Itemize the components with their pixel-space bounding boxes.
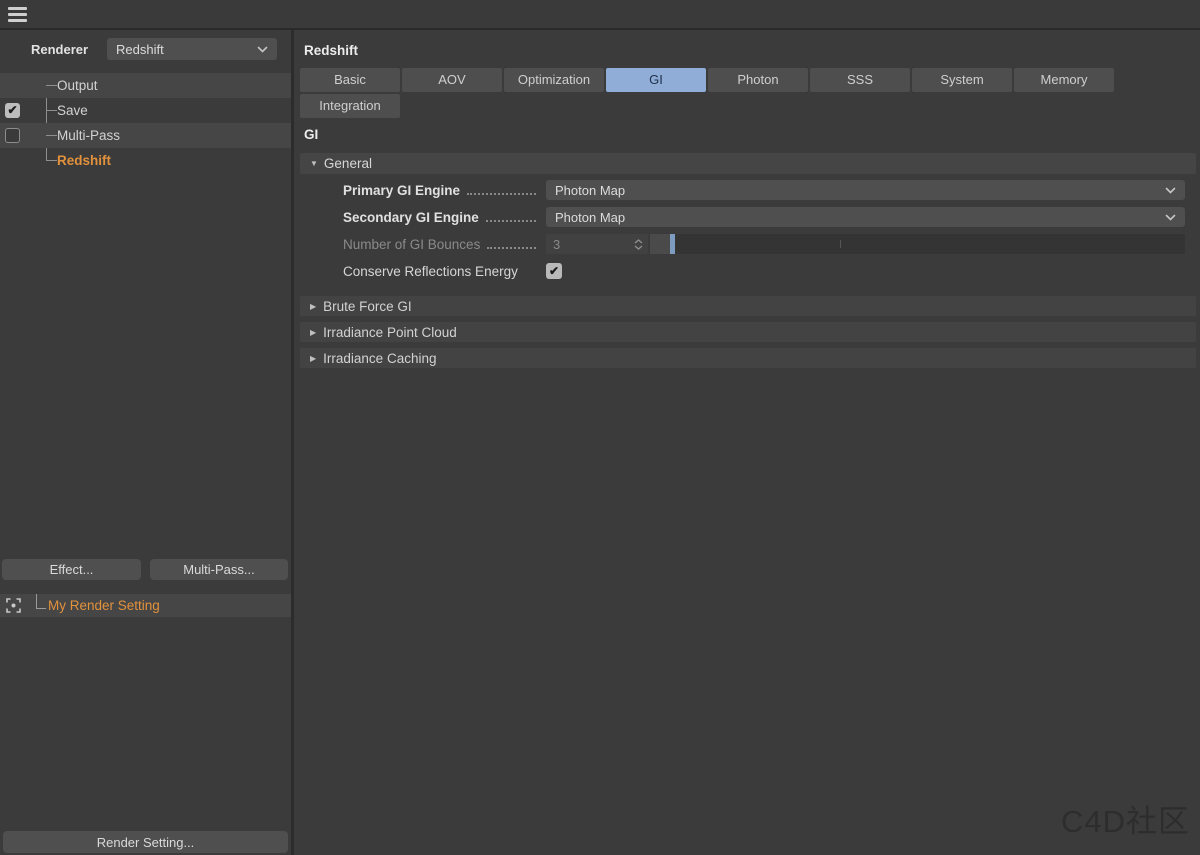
- tab-aov[interactable]: AOV: [402, 68, 502, 92]
- general-group-properties: Primary GI Engine Photon Map Secondary G…: [300, 180, 1196, 288]
- dot-leader: [486, 219, 536, 222]
- tree-item-save[interactable]: ✔ Save: [0, 98, 291, 123]
- primary-gi-engine-label: Primary GI Engine: [343, 183, 460, 198]
- active-render-setting-row[interactable]: My Render Setting: [0, 594, 291, 617]
- tab-sss[interactable]: SSS: [810, 68, 910, 92]
- slider-fill: [650, 234, 670, 254]
- tab-gi[interactable]: GI: [606, 68, 706, 92]
- triangle-right-icon: ▶: [310, 302, 316, 311]
- tree-item-label[interactable]: Output: [57, 78, 98, 93]
- tab-optimization[interactable]: Optimization: [504, 68, 604, 92]
- gi-bounces-input[interactable]: 3: [546, 234, 648, 254]
- group-label: Irradiance Caching: [323, 351, 436, 366]
- check-icon: ✔: [549, 264, 559, 278]
- chevron-down-icon: [257, 46, 268, 53]
- save-checkbox[interactable]: ✔: [5, 103, 20, 118]
- check-icon: ✔: [7, 103, 17, 117]
- group-header-brute-force-gi[interactable]: ▶ Brute Force GI: [300, 296, 1196, 316]
- renderer-select-value: Redshift: [116, 42, 164, 57]
- tree-item-output[interactable]: Output: [0, 73, 291, 98]
- secondary-gi-engine-select[interactable]: Photon Map: [546, 207, 1185, 227]
- sidebar: Renderer Redshift Output ✔ Save: [0, 30, 294, 855]
- tree-branch-line: [46, 85, 57, 86]
- tree-corner-line: [36, 594, 46, 609]
- conserve-energy-row: Conserve Reflections Energy ✔: [300, 261, 1196, 281]
- group-header-general[interactable]: ▼ General: [300, 153, 1196, 174]
- multi-pass-button[interactable]: Multi-Pass...: [150, 559, 288, 580]
- effect-buttons-row: Effect... Multi-Pass...: [0, 559, 291, 580]
- group-label: Irradiance Point Cloud: [323, 325, 457, 340]
- section-title: GI: [304, 127, 318, 142]
- tree-item-label[interactable]: Redshift: [57, 153, 111, 168]
- render-settings-tree: Output ✔ Save Multi-Pass Redshift: [0, 73, 291, 173]
- tree-item-multi-pass[interactable]: Multi-Pass: [0, 123, 291, 148]
- render-setting-name[interactable]: My Render Setting: [48, 598, 160, 613]
- group-label: General: [324, 156, 372, 171]
- multi-pass-checkbox[interactable]: [5, 128, 20, 143]
- panel-title: Redshift: [304, 43, 358, 58]
- conserve-energy-label: Conserve Reflections Energy: [343, 264, 518, 279]
- renderer-label: Renderer: [31, 42, 88, 57]
- primary-gi-engine-select[interactable]: Photon Map: [546, 180, 1185, 200]
- triangle-right-icon: ▶: [310, 354, 316, 363]
- primary-gi-engine-value: Photon Map: [555, 183, 625, 198]
- renderer-select[interactable]: Redshift: [107, 38, 277, 60]
- secondary-gi-engine-row: Secondary GI Engine Photon Map: [300, 207, 1196, 227]
- group-header-irradiance-point-cloud[interactable]: ▶ Irradiance Point Cloud: [300, 322, 1196, 342]
- hamburger-menu-icon[interactable]: [8, 7, 27, 23]
- conserve-reflections-energy-checkbox[interactable]: ✔: [546, 263, 562, 279]
- group-header-irradiance-caching[interactable]: ▶ Irradiance Caching: [300, 348, 1196, 368]
- spinner-stepper[interactable]: [634, 239, 643, 250]
- active-render-setting-icon[interactable]: [6, 598, 21, 613]
- primary-gi-engine-row: Primary GI Engine Photon Map: [300, 180, 1196, 200]
- tab-basic[interactable]: Basic: [300, 68, 400, 92]
- slider-tick: [840, 240, 841, 248]
- effect-button[interactable]: Effect...: [2, 559, 141, 580]
- tree-branch-line: [46, 110, 57, 111]
- tree-branch-line: [46, 135, 57, 136]
- tree-item-redshift[interactable]: Redshift: [0, 148, 291, 173]
- dot-leader: [467, 192, 536, 195]
- renderer-row: Renderer Redshift: [0, 37, 291, 61]
- chevron-down-icon: [1165, 214, 1176, 221]
- gi-bounces-value: 3: [553, 237, 560, 252]
- tree-branch-line: [46, 160, 57, 161]
- secondary-gi-engine-label: Secondary GI Engine: [343, 210, 479, 225]
- slider-track[interactable]: [675, 234, 1185, 254]
- triangle-right-icon: ▶: [310, 328, 316, 337]
- tab-memory[interactable]: Memory: [1014, 68, 1114, 92]
- render-setting-button[interactable]: Render Setting...: [3, 831, 288, 853]
- tree-item-label[interactable]: Multi-Pass: [57, 128, 120, 143]
- main-panel: Redshift Basic AOV Optimization GI Photo…: [294, 30, 1200, 855]
- watermark: C4D社区: [1061, 796, 1190, 841]
- tree-item-label[interactable]: Save: [57, 103, 88, 118]
- secondary-gi-engine-value: Photon Map: [555, 210, 625, 225]
- tab-photon[interactable]: Photon: [708, 68, 808, 92]
- collapsed-groups: ▶ Brute Force GI ▶ Irradiance Point Clou…: [300, 296, 1196, 374]
- chevron-down-icon: [1165, 187, 1176, 194]
- top-menu-bar: [0, 0, 1200, 30]
- tab-bar: Basic AOV Optimization GI Photon SSS Sys…: [300, 68, 1118, 118]
- triangle-down-icon: ▼: [310, 159, 318, 168]
- render-settings-window: Renderer Redshift Output ✔ Save: [0, 0, 1200, 855]
- spinner-up-icon: [634, 239, 643, 244]
- gi-bounces-label: Number of GI Bounces: [343, 237, 480, 252]
- dot-leader: [487, 246, 536, 249]
- tab-system[interactable]: System: [912, 68, 1012, 92]
- gi-bounces-slider[interactable]: [650, 234, 1185, 254]
- gi-bounces-row: Number of GI Bounces 3: [300, 234, 1196, 254]
- group-label: Brute Force GI: [323, 299, 412, 314]
- spinner-down-icon: [634, 245, 643, 250]
- tab-integration[interactable]: Integration: [300, 94, 400, 118]
